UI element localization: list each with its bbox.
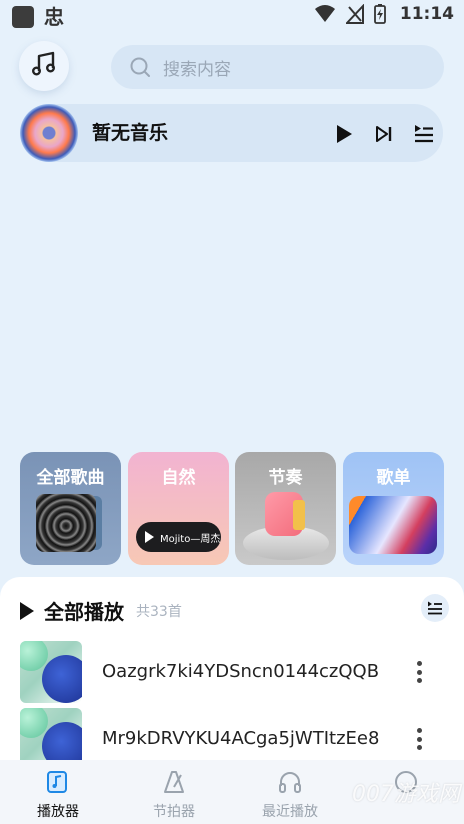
site-watermark: 007游戏网 bbox=[352, 782, 460, 807]
album-disc-art bbox=[20, 104, 78, 162]
play-all-header[interactable]: 全部播放 共33首 bbox=[20, 596, 182, 625]
category-rhythm[interactable]: 节奏 bbox=[235, 452, 336, 565]
category-playlist[interactable]: 歌单 bbox=[343, 452, 444, 565]
song-title: Oazgrk7ki4YDSncn0144czQQB bbox=[102, 661, 380, 682]
nav-player[interactable]: 播放器 bbox=[13, 768, 103, 821]
mini-player-pill[interactable]: Mojito—周杰 bbox=[136, 522, 221, 552]
play-all-icon bbox=[20, 601, 34, 620]
song-count: 共33首 bbox=[136, 603, 182, 620]
play-all-title: 全部播放 bbox=[44, 600, 124, 624]
category-label: 歌单 bbox=[376, 468, 411, 488]
search-bar[interactable]: 搜索内容 bbox=[111, 45, 444, 89]
nav-label: 播放器 bbox=[37, 804, 79, 820]
category-label: 全部歌曲 bbox=[36, 468, 105, 488]
music-library-button[interactable] bbox=[19, 41, 69, 91]
metronome-icon bbox=[129, 768, 219, 796]
music-note-icon bbox=[13, 768, 103, 796]
no-signal-icon bbox=[345, 4, 364, 24]
play-button[interactable] bbox=[331, 121, 357, 147]
list-manage-button[interactable] bbox=[421, 594, 449, 622]
clock: 11:14 bbox=[399, 4, 454, 24]
battery-charging-icon bbox=[373, 4, 386, 24]
wifi-icon bbox=[314, 4, 336, 24]
category-label: 节奏 bbox=[268, 468, 303, 488]
fruit-side-image bbox=[293, 500, 305, 530]
nav-label: 节拍器 bbox=[153, 804, 195, 820]
app-notification-glyph: 忠 bbox=[44, 5, 64, 29]
category-cards: 全部歌曲 自然 Mojito—周杰 节奏 歌单 bbox=[20, 452, 444, 565]
category-nature[interactable]: 自然 Mojito—周杰 bbox=[128, 452, 229, 565]
now-playing-title: 暂无音乐 bbox=[92, 122, 169, 144]
headphones-icon bbox=[245, 768, 335, 796]
abstract-cover-image bbox=[349, 496, 437, 554]
status-bar: 忠 11:14 bbox=[0, 0, 464, 34]
more-options-icon[interactable] bbox=[408, 725, 430, 753]
now-playing-bar[interactable]: 暂无音乐 bbox=[20, 104, 443, 162]
nav-label: 最近播放 bbox=[262, 804, 318, 820]
playlist-queue-button[interactable] bbox=[411, 121, 437, 147]
play-icon bbox=[145, 531, 154, 543]
notification-square-icon bbox=[12, 6, 34, 28]
search-icon bbox=[129, 56, 151, 78]
more-options-icon[interactable] bbox=[408, 658, 430, 686]
song-list-item[interactable]: Oazgrk7ki4YDSncn0144czQQB bbox=[0, 641, 464, 703]
search-placeholder: 搜索内容 bbox=[163, 59, 231, 80]
next-track-button[interactable] bbox=[371, 121, 397, 147]
nav-metronome[interactable]: 节拍器 bbox=[129, 768, 219, 821]
song-cover-image bbox=[20, 641, 82, 703]
category-label: 自然 bbox=[161, 468, 196, 488]
pill-track-text: Mojito—周杰 bbox=[160, 533, 221, 545]
category-all-songs[interactable]: 全部歌曲 bbox=[20, 452, 121, 565]
nav-recent[interactable]: 最近播放 bbox=[245, 768, 335, 821]
music-note-icon bbox=[30, 50, 58, 82]
tunnel-cover-image bbox=[36, 494, 96, 552]
